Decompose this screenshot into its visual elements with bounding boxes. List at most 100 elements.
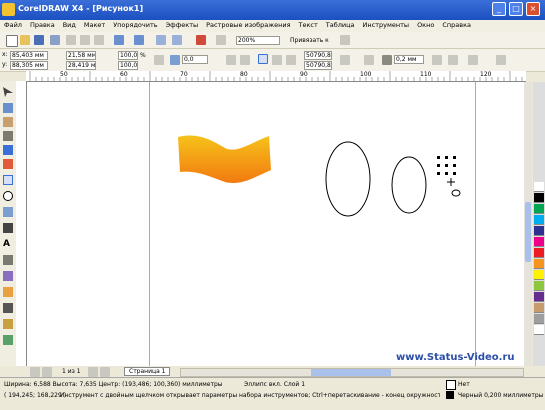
menu-file[interactable]: Файл [0,20,26,29]
add-preset-icon[interactable] [496,55,506,65]
color-swatch[interactable] [534,237,544,247]
color-swatch[interactable] [534,226,544,236]
gradient-wave-shape[interactable] [178,135,271,183]
color-swatch[interactable] [534,314,544,324]
arc-mode-icon[interactable] [286,55,296,65]
pie-mode-icon[interactable] [272,55,282,65]
lock-ratio-icon[interactable] [154,55,164,65]
object-height-field[interactable]: 28,419 мм [66,61,96,70]
horizontal-ruler[interactable]: 50 60 70 80 90 100 110 120 [26,71,526,82]
menu-edit[interactable]: Правка [26,20,59,29]
color-swatch[interactable] [534,248,544,258]
rotation-angle-field[interactable]: 0,0 [182,55,208,64]
text-tool-icon[interactable]: A [3,239,13,249]
zoom-levels-select[interactable]: 200% [236,36,280,45]
export-icon[interactable] [172,35,182,45]
selection-handles[interactable] [437,156,459,178]
color-swatch[interactable] [534,259,544,269]
basic-shapes-tool-icon[interactable] [3,223,13,233]
scale-height-field[interactable]: 100,0 [118,61,138,70]
save-icon[interactable] [34,35,44,45]
blend-tool-icon[interactable] [3,271,13,281]
next-page-icon[interactable] [88,367,98,377]
open-icon[interactable] [20,35,30,45]
direction-icon[interactable] [340,55,350,65]
menu-layout[interactable]: Макет [80,20,109,29]
menu-view[interactable]: Вид [59,20,80,29]
end-angle-field[interactable]: 50790,8 [304,61,332,70]
horizontal-scrollbar[interactable] [180,368,524,377]
outline-width-field[interactable]: 0,2 мм [394,55,424,64]
vertical-ruler[interactable] [16,81,27,366]
color-swatch[interactable] [534,281,544,291]
to-front-icon[interactable] [432,55,442,65]
zoom-tool-icon[interactable] [3,131,13,141]
redo-icon[interactable] [134,35,144,45]
crop-tool-icon[interactable] [3,117,13,127]
drawing-canvas[interactable] [27,82,526,366]
y-position-field[interactable]: 88,305 мм [10,61,48,70]
ellipse-tool-icon[interactable] [3,191,13,201]
color-swatch[interactable] [534,182,544,192]
import-icon[interactable] [156,35,166,45]
wrap-text-icon[interactable] [364,55,374,65]
menu-tools[interactable]: Инструменты [359,20,414,29]
eyedropper-tool-icon[interactable] [3,287,13,297]
first-page-icon[interactable] [30,367,40,377]
maximize-button[interactable]: □ [509,2,523,16]
outline-tool-icon[interactable] [3,303,13,313]
rectangle-tool-icon[interactable] [3,175,13,185]
shape-tool-icon[interactable] [3,103,13,113]
ellipse-mode-icon[interactable] [258,54,268,64]
menu-effects[interactable]: Эффекты [162,20,203,29]
menu-help[interactable]: Справка [438,20,475,29]
close-button[interactable]: × [526,2,540,16]
hscroll-thumb[interactable] [311,369,391,376]
x-position-field[interactable]: 85,403 мм [10,51,48,60]
ellipse-small[interactable] [391,156,427,214]
color-swatch[interactable] [534,292,544,302]
mirror-vertical-icon[interactable] [240,55,250,65]
menu-window[interactable]: Окно [413,20,438,29]
snap-to-dropdown[interactable]: Привязать к [290,37,329,44]
object-width-field[interactable]: 21,58 мм [66,51,96,60]
cut-icon[interactable] [66,35,76,45]
color-swatch[interactable] [534,215,544,225]
color-swatch[interactable] [534,193,544,203]
menu-table[interactable]: Таблица [322,20,359,29]
menu-text[interactable]: Текст [295,20,322,29]
new-icon[interactable] [6,35,18,47]
paste-icon[interactable] [94,35,104,45]
to-back-icon[interactable] [448,55,458,65]
polygon-tool-icon[interactable] [3,207,13,217]
menu-bitmaps[interactable]: Растровые изображения [202,20,294,29]
options-icon[interactable] [340,35,350,45]
scrollbar-thumb[interactable] [525,202,531,262]
menu-arrange[interactable]: Упорядочить [109,20,161,29]
vertical-scrollbar[interactable] [524,82,532,366]
application-launcher-icon[interactable] [196,35,206,45]
color-swatch[interactable] [534,325,544,335]
scale-width-field[interactable]: 100,0 [118,51,138,60]
ellipse-large[interactable] [325,141,371,217]
previous-page-icon[interactable] [42,367,52,377]
fill-tool-icon[interactable] [3,319,13,329]
start-angle-field[interactable]: 50790,8 [304,51,332,60]
mirror-horizontal-icon[interactable] [226,55,236,65]
color-swatch[interactable] [534,303,544,313]
last-page-icon[interactable] [100,367,110,377]
smart-fill-tool-icon[interactable] [3,159,13,169]
print-icon[interactable] [50,35,60,45]
pick-tool-icon[interactable] [3,87,13,97]
welcome-screen-icon[interactable] [216,35,226,45]
interactive-fill-tool-icon[interactable] [3,335,13,345]
freehand-tool-icon[interactable] [3,145,13,155]
minimize-button[interactable]: _ [492,2,506,16]
page-tab[interactable]: Страница 1 [124,367,171,376]
copy-icon[interactable] [80,35,90,45]
convert-to-curves-icon[interactable] [468,55,478,65]
color-swatch[interactable] [534,204,544,214]
undo-icon[interactable] [114,35,124,45]
table-tool-icon[interactable] [3,255,13,265]
color-swatch[interactable] [534,270,544,280]
